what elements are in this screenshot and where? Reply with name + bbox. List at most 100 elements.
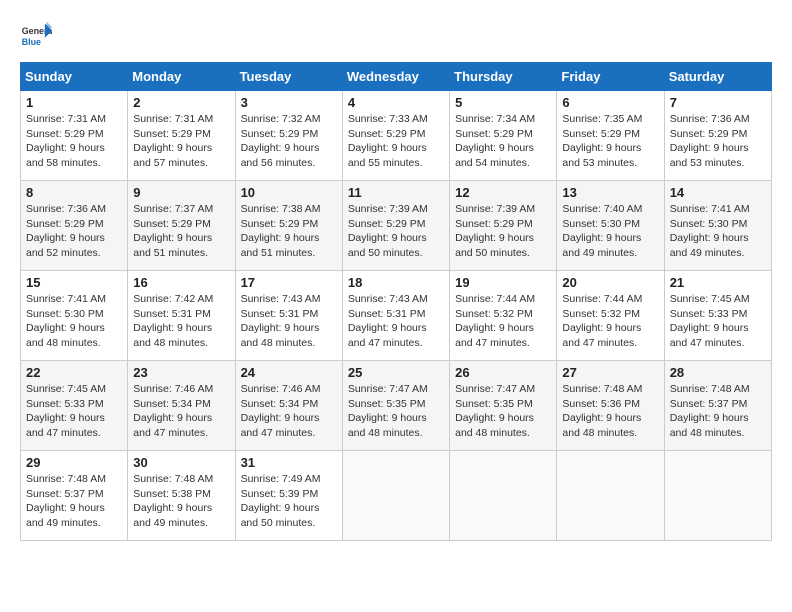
day-info: Sunrise: 7:31 AMSunset: 5:29 PMDaylight:… xyxy=(133,113,213,169)
day-number: 25 xyxy=(348,365,444,380)
calendar-cell xyxy=(450,451,557,541)
calendar-cell: 21 Sunrise: 7:45 AMSunset: 5:33 PMDaylig… xyxy=(664,271,771,361)
day-info: Sunrise: 7:44 AMSunset: 5:32 PMDaylight:… xyxy=(562,293,642,349)
calendar-cell: 26 Sunrise: 7:47 AMSunset: 5:35 PMDaylig… xyxy=(450,361,557,451)
day-number: 3 xyxy=(241,95,337,110)
calendar-header-wednesday: Wednesday xyxy=(342,63,449,91)
day-number: 9 xyxy=(133,185,229,200)
calendar-cell: 5 Sunrise: 7:34 AMSunset: 5:29 PMDayligh… xyxy=(450,91,557,181)
calendar-cell: 7 Sunrise: 7:36 AMSunset: 5:29 PMDayligh… xyxy=(664,91,771,181)
day-info: Sunrise: 7:42 AMSunset: 5:31 PMDaylight:… xyxy=(133,293,213,349)
calendar-week-row: 22 Sunrise: 7:45 AMSunset: 5:33 PMDaylig… xyxy=(21,361,772,451)
calendar-header-row: SundayMondayTuesdayWednesdayThursdayFrid… xyxy=(21,63,772,91)
calendar-cell xyxy=(557,451,664,541)
day-info: Sunrise: 7:48 AMSunset: 5:36 PMDaylight:… xyxy=(562,383,642,439)
calendar-cell: 27 Sunrise: 7:48 AMSunset: 5:36 PMDaylig… xyxy=(557,361,664,451)
day-info: Sunrise: 7:49 AMSunset: 5:39 PMDaylight:… xyxy=(241,473,321,529)
day-number: 6 xyxy=(562,95,658,110)
day-number: 19 xyxy=(455,275,551,290)
day-number: 11 xyxy=(348,185,444,200)
day-number: 31 xyxy=(241,455,337,470)
day-number: 12 xyxy=(455,185,551,200)
day-info: Sunrise: 7:45 AMSunset: 5:33 PMDaylight:… xyxy=(26,383,106,439)
day-info: Sunrise: 7:48 AMSunset: 5:37 PMDaylight:… xyxy=(26,473,106,529)
calendar-cell: 24 Sunrise: 7:46 AMSunset: 5:34 PMDaylig… xyxy=(235,361,342,451)
calendar-cell: 18 Sunrise: 7:43 AMSunset: 5:31 PMDaylig… xyxy=(342,271,449,361)
day-number: 21 xyxy=(670,275,766,290)
day-number: 17 xyxy=(241,275,337,290)
calendar-cell: 13 Sunrise: 7:40 AMSunset: 5:30 PMDaylig… xyxy=(557,181,664,271)
logo-icon: General Blue xyxy=(20,20,52,52)
calendar-cell xyxy=(664,451,771,541)
day-number: 15 xyxy=(26,275,122,290)
day-info: Sunrise: 7:34 AMSunset: 5:29 PMDaylight:… xyxy=(455,113,535,169)
calendar-cell: 4 Sunrise: 7:33 AMSunset: 5:29 PMDayligh… xyxy=(342,91,449,181)
calendar-week-row: 1 Sunrise: 7:31 AMSunset: 5:29 PMDayligh… xyxy=(21,91,772,181)
calendar-header-tuesday: Tuesday xyxy=(235,63,342,91)
calendar-header-thursday: Thursday xyxy=(450,63,557,91)
calendar-header-sunday: Sunday xyxy=(21,63,128,91)
day-number: 24 xyxy=(241,365,337,380)
day-info: Sunrise: 7:46 AMSunset: 5:34 PMDaylight:… xyxy=(133,383,213,439)
calendar-cell: 22 Sunrise: 7:45 AMSunset: 5:33 PMDaylig… xyxy=(21,361,128,451)
day-info: Sunrise: 7:39 AMSunset: 5:29 PMDaylight:… xyxy=(455,203,535,259)
day-info: Sunrise: 7:33 AMSunset: 5:29 PMDaylight:… xyxy=(348,113,428,169)
calendar-header-saturday: Saturday xyxy=(664,63,771,91)
day-number: 10 xyxy=(241,185,337,200)
day-info: Sunrise: 7:40 AMSunset: 5:30 PMDaylight:… xyxy=(562,203,642,259)
calendar-cell: 16 Sunrise: 7:42 AMSunset: 5:31 PMDaylig… xyxy=(128,271,235,361)
page-header: General Blue xyxy=(20,20,772,52)
day-number: 29 xyxy=(26,455,122,470)
day-number: 16 xyxy=(133,275,229,290)
calendar-cell: 30 Sunrise: 7:48 AMSunset: 5:38 PMDaylig… xyxy=(128,451,235,541)
day-number: 30 xyxy=(133,455,229,470)
day-info: Sunrise: 7:43 AMSunset: 5:31 PMDaylight:… xyxy=(348,293,428,349)
calendar-cell: 3 Sunrise: 7:32 AMSunset: 5:29 PMDayligh… xyxy=(235,91,342,181)
calendar-cell: 1 Sunrise: 7:31 AMSunset: 5:29 PMDayligh… xyxy=(21,91,128,181)
day-number: 4 xyxy=(348,95,444,110)
day-number: 13 xyxy=(562,185,658,200)
day-info: Sunrise: 7:36 AMSunset: 5:29 PMDaylight:… xyxy=(26,203,106,259)
day-number: 27 xyxy=(562,365,658,380)
calendar-cell: 23 Sunrise: 7:46 AMSunset: 5:34 PMDaylig… xyxy=(128,361,235,451)
calendar-week-row: 29 Sunrise: 7:48 AMSunset: 5:37 PMDaylig… xyxy=(21,451,772,541)
day-info: Sunrise: 7:36 AMSunset: 5:29 PMDaylight:… xyxy=(670,113,750,169)
day-info: Sunrise: 7:37 AMSunset: 5:29 PMDaylight:… xyxy=(133,203,213,259)
day-info: Sunrise: 7:48 AMSunset: 5:38 PMDaylight:… xyxy=(133,473,213,529)
calendar-cell: 14 Sunrise: 7:41 AMSunset: 5:30 PMDaylig… xyxy=(664,181,771,271)
calendar-cell: 15 Sunrise: 7:41 AMSunset: 5:30 PMDaylig… xyxy=(21,271,128,361)
day-info: Sunrise: 7:47 AMSunset: 5:35 PMDaylight:… xyxy=(348,383,428,439)
calendar-cell: 11 Sunrise: 7:39 AMSunset: 5:29 PMDaylig… xyxy=(342,181,449,271)
day-number: 23 xyxy=(133,365,229,380)
day-info: Sunrise: 7:32 AMSunset: 5:29 PMDaylight:… xyxy=(241,113,321,169)
calendar-cell: 17 Sunrise: 7:43 AMSunset: 5:31 PMDaylig… xyxy=(235,271,342,361)
calendar-week-row: 8 Sunrise: 7:36 AMSunset: 5:29 PMDayligh… xyxy=(21,181,772,271)
day-number: 26 xyxy=(455,365,551,380)
day-number: 14 xyxy=(670,185,766,200)
day-number: 7 xyxy=(670,95,766,110)
day-number: 5 xyxy=(455,95,551,110)
day-info: Sunrise: 7:43 AMSunset: 5:31 PMDaylight:… xyxy=(241,293,321,349)
calendar-week-row: 15 Sunrise: 7:41 AMSunset: 5:30 PMDaylig… xyxy=(21,271,772,361)
calendar-cell: 9 Sunrise: 7:37 AMSunset: 5:29 PMDayligh… xyxy=(128,181,235,271)
calendar-table: SundayMondayTuesdayWednesdayThursdayFrid… xyxy=(20,62,772,541)
day-info: Sunrise: 7:45 AMSunset: 5:33 PMDaylight:… xyxy=(670,293,750,349)
calendar-cell: 2 Sunrise: 7:31 AMSunset: 5:29 PMDayligh… xyxy=(128,91,235,181)
page-container: General Blue SundayMondayTuesdayWednesda… xyxy=(20,20,772,541)
calendar-cell: 31 Sunrise: 7:49 AMSunset: 5:39 PMDaylig… xyxy=(235,451,342,541)
day-info: Sunrise: 7:47 AMSunset: 5:35 PMDaylight:… xyxy=(455,383,535,439)
day-info: Sunrise: 7:44 AMSunset: 5:32 PMDaylight:… xyxy=(455,293,535,349)
day-info: Sunrise: 7:35 AMSunset: 5:29 PMDaylight:… xyxy=(562,113,642,169)
calendar-cell: 12 Sunrise: 7:39 AMSunset: 5:29 PMDaylig… xyxy=(450,181,557,271)
calendar-cell: 6 Sunrise: 7:35 AMSunset: 5:29 PMDayligh… xyxy=(557,91,664,181)
calendar-cell: 19 Sunrise: 7:44 AMSunset: 5:32 PMDaylig… xyxy=(450,271,557,361)
day-number: 2 xyxy=(133,95,229,110)
calendar-cell: 10 Sunrise: 7:38 AMSunset: 5:29 PMDaylig… xyxy=(235,181,342,271)
day-number: 18 xyxy=(348,275,444,290)
day-info: Sunrise: 7:39 AMSunset: 5:29 PMDaylight:… xyxy=(348,203,428,259)
calendar-header-friday: Friday xyxy=(557,63,664,91)
calendar-cell xyxy=(342,451,449,541)
calendar-cell: 8 Sunrise: 7:36 AMSunset: 5:29 PMDayligh… xyxy=(21,181,128,271)
day-number: 8 xyxy=(26,185,122,200)
calendar-cell: 20 Sunrise: 7:44 AMSunset: 5:32 PMDaylig… xyxy=(557,271,664,361)
